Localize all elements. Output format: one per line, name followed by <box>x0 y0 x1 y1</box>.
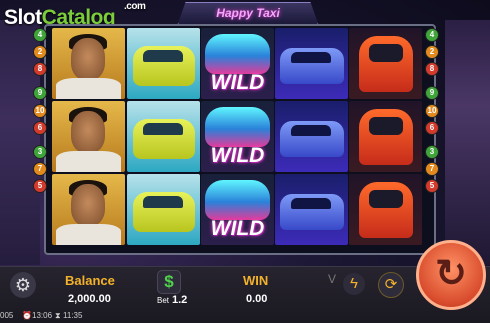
yellow-taxi-symbol <box>127 101 200 172</box>
bet-value: 1.2 <box>172 294 188 306</box>
clock-icon: ⏰ <box>22 311 32 320</box>
payline-marker: 4 <box>33 28 47 42</box>
wild-symbol: WILD <box>201 174 274 245</box>
payline-marker: 4 <box>425 28 439 42</box>
reel-4 <box>275 28 348 246</box>
game-logo: Happy Taxi <box>216 6 280 20</box>
payline-marker: 8 <box>33 62 47 77</box>
balance-value: 2,000.00 <box>68 293 111 305</box>
watermark-domain: .com <box>124 1 146 12</box>
balance-label: Balance <box>65 273 115 288</box>
blue-taxi-symbol <box>275 174 348 245</box>
payline-marker: 2 <box>425 45 439 60</box>
payline-marker: 3 <box>425 144 439 159</box>
status-code: 005 <box>0 311 14 320</box>
autoplay-icon: ⟳ <box>384 276 398 293</box>
autoplay-button[interactable]: ⟳ <box>378 272 404 298</box>
gear-icon: ⚙ <box>14 275 32 295</box>
lightning-icon: ϟ <box>350 275 358 292</box>
wild-label: WILD <box>210 217 265 240</box>
payline-marker: 5 <box>425 179 439 194</box>
dollar-icon: $ <box>164 272 174 291</box>
payline-marker: 5 <box>33 179 47 194</box>
payline-marker: 10 <box>33 103 47 118</box>
hourglass-icon: ⧗ <box>55 311 61 320</box>
turbo-button[interactable]: ϟ <box>343 273 365 295</box>
yellow-taxi-symbol <box>127 28 200 99</box>
watermark-brand-a: Slot <box>4 6 42 29</box>
reel-1 <box>52 28 125 246</box>
settings-button[interactable]: ⚙ <box>10 272 36 298</box>
payline-marker: 10 <box>425 103 439 118</box>
reel-2 <box>127 28 200 246</box>
payline-markers-left: 4 2 8 9 10 6 3 7 5 <box>33 28 47 196</box>
spin-button[interactable]: ↻ <box>416 240 486 310</box>
wild-symbol: WILD <box>201 28 274 99</box>
wild-label: WILD <box>210 144 265 167</box>
man-symbol <box>52 28 125 99</box>
tuk-tuk-symbol <box>349 101 422 172</box>
yellow-taxi-symbol <box>127 174 200 245</box>
reel-3: WILD WILD WILD <box>201 28 274 246</box>
game-logo-plate: Happy Taxi <box>177 2 319 26</box>
background-street-right <box>445 20 490 265</box>
man-symbol <box>52 174 125 245</box>
slot-game-screen: SlotCatalog .com Happy Taxi 4 2 8 9 10 6… <box>0 0 490 323</box>
win-value: 0.00 <box>246 293 268 305</box>
payline-marker: 8 <box>425 62 439 77</box>
payline-marker: 9 <box>33 86 47 101</box>
payline-marker: 3 <box>33 144 47 159</box>
reel-5 <box>349 28 422 246</box>
tuk-tuk-symbol <box>349 28 422 99</box>
payline-marker: 2 <box>33 45 47 60</box>
clock-time-2: 11:35 <box>63 311 83 320</box>
blue-taxi-symbol <box>275 101 348 172</box>
blue-taxi-symbol <box>275 28 348 99</box>
tuk-tuk-symbol <box>349 174 422 245</box>
payline-marker: 6 <box>425 120 439 135</box>
wild-symbol: WILD <box>201 101 274 172</box>
payline-marker: 6 <box>33 120 47 135</box>
wild-label: WILD <box>210 71 265 94</box>
payline-marker: 7 <box>425 161 439 176</box>
payline-marker: 9 <box>425 86 439 101</box>
bet-button[interactable]: $ <box>157 270 181 294</box>
payline-marker: 7 <box>33 161 47 176</box>
win-label: WIN <box>243 273 269 288</box>
v-glyph: V <box>328 272 337 286</box>
bet-label: Bet <box>157 296 170 305</box>
spin-icon: ↻ <box>435 253 467 295</box>
man-symbol <box>52 101 125 172</box>
clock-time-1: 13:06 <box>32 311 53 320</box>
payline-markers-right: 4 2 8 9 10 6 3 7 5 <box>425 28 439 196</box>
